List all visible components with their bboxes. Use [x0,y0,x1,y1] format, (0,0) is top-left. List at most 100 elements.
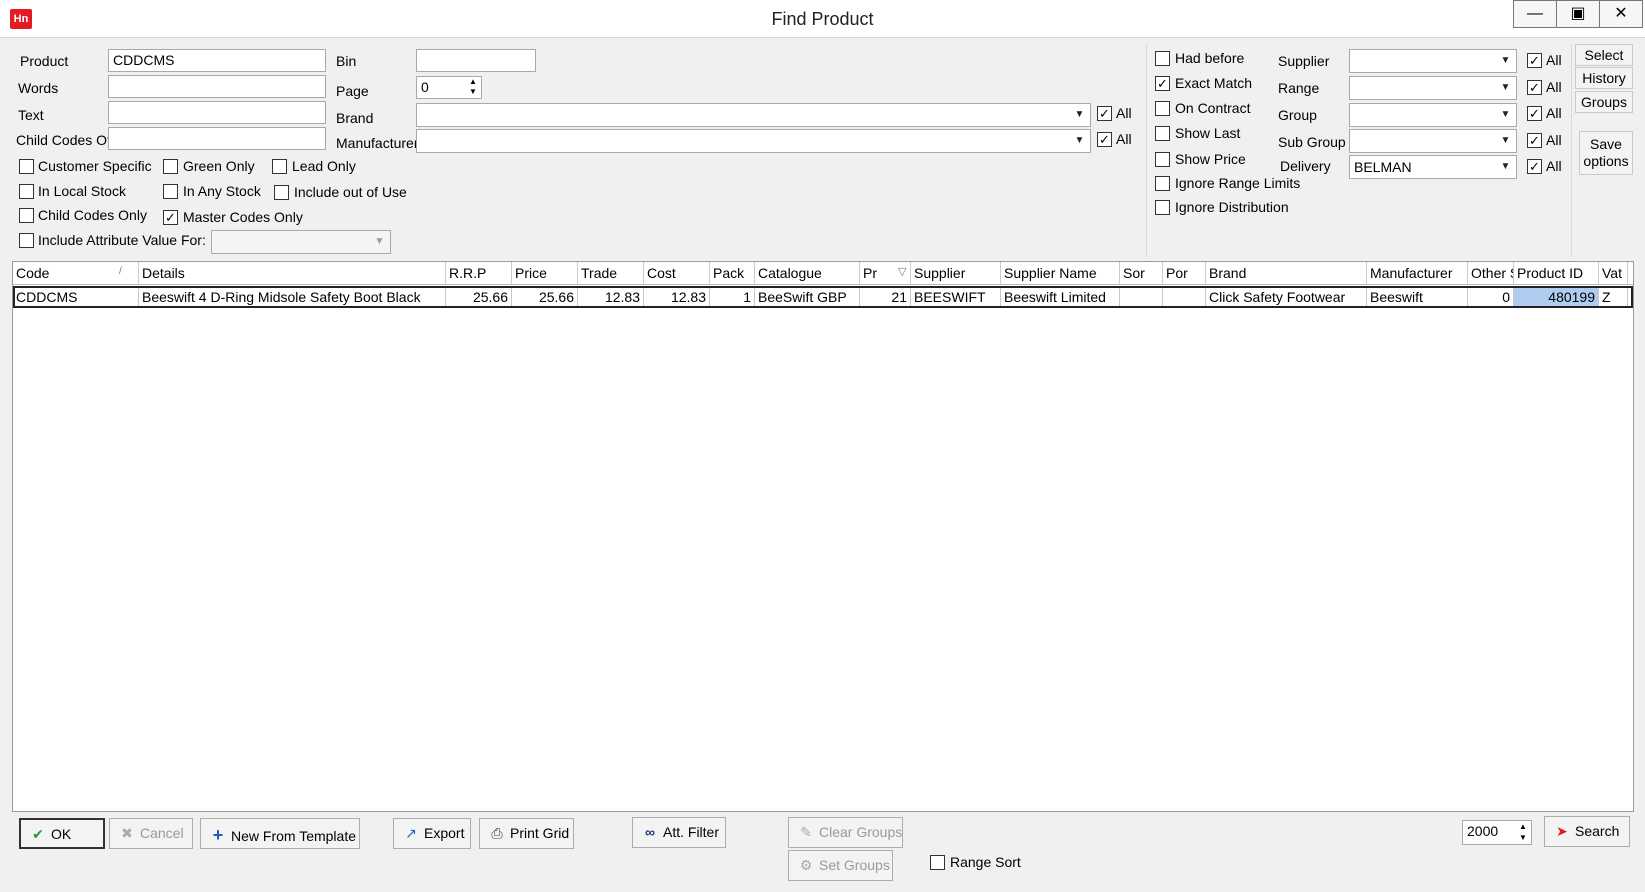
in-local-stock-checkbox[interactable] [19,184,34,199]
table-cell[interactable]: Click Safety Footwear [1206,288,1367,306]
export-button[interactable]: ↗ Export [393,818,471,849]
manufacturer-all-checkbox[interactable]: ✓ [1097,132,1112,147]
table-cell[interactable]: 25.66 [446,288,512,306]
minimize-button[interactable]: — [1513,0,1557,28]
filter-icon[interactable]: ▽ [898,265,906,278]
delivery-all-checkbox[interactable]: ✓ [1527,159,1542,174]
customer-specific-checkbox[interactable] [19,159,34,174]
green-only-checkbox[interactable] [163,159,178,174]
in-any-stock-checkbox[interactable] [163,184,178,199]
table-cell[interactable]: BEESWIFT [911,288,1001,306]
column-header[interactable]: Supplier [911,262,1001,284]
history-button[interactable]: History [1575,67,1633,89]
bin-input[interactable] [416,49,536,72]
column-header[interactable]: Pack [710,262,755,284]
sub-group-select[interactable]: ▼ [1349,129,1517,153]
print-grid-label: Print Grid [510,825,570,841]
table-cell[interactable]: 12.83 [578,288,644,306]
group-select[interactable]: ▼ [1349,103,1517,127]
save-options-button[interactable]: Save options [1579,131,1633,175]
limit-spin-icon[interactable]: ▲ ▼ [1515,821,1531,844]
column-header[interactable]: Catalogue [755,262,860,284]
range-select[interactable]: ▼ [1349,76,1517,100]
close-button[interactable]: ✕ [1599,0,1643,28]
groups-button[interactable]: Groups [1575,91,1633,113]
ok-button[interactable]: ✔ OK [19,818,105,849]
column-header[interactable]: Por [1163,262,1206,284]
column-header[interactable]: Other S [1468,262,1514,284]
table-cell[interactable]: Beeswift [1367,288,1468,306]
product-input[interactable]: CDDCMS [108,49,326,72]
results-grid[interactable]: Code Details R.R.P Price Trade Cost Pack Catalo… [12,261,1634,812]
had-before-checkbox[interactable] [1155,51,1170,66]
table-cell[interactable]: 25.66 [512,288,578,306]
column-header[interactable]: Trade [578,262,644,284]
table-cell[interactable]: CDDCMS [13,288,139,306]
chevron-down-icon: ▼ [1500,135,1511,146]
on-contract-checkbox[interactable] [1155,101,1170,116]
table-cell[interactable]: 0 [1468,288,1514,306]
table-cell[interactable]: BeeSwift GBP [755,288,860,306]
column-header[interactable]: Product ID [1514,262,1599,284]
manufacturer-select[interactable]: ▼ [416,129,1091,153]
attribute-select[interactable]: ▼ [211,230,391,254]
set-groups-button[interactable]: ⚙ Set Groups [788,850,893,881]
group-all-checkbox[interactable]: ✓ [1527,106,1542,121]
lead-only-checkbox[interactable] [272,159,287,174]
master-codes-only-checkbox[interactable]: ✓ [163,210,178,225]
select-button[interactable]: Select [1575,44,1633,66]
ignore-distribution-checkbox[interactable] [1155,200,1170,215]
supplier-select[interactable]: ▼ [1349,49,1517,73]
table-cell[interactable] [1163,288,1206,306]
include-out-of-use-checkbox[interactable] [274,185,289,200]
table-cell[interactable]: 480199 [1514,288,1599,306]
column-header[interactable]: R.R.P [446,262,512,284]
table-cell[interactable] [1120,288,1163,306]
show-last-checkbox[interactable] [1155,126,1170,141]
delivery-select[interactable]: BELMAN ▼ [1349,155,1517,179]
child-codes-of-input[interactable] [108,127,326,150]
words-input[interactable] [108,75,326,98]
search-button[interactable]: ➤ Search [1544,816,1630,847]
print-grid-button[interactable]: ⎙ Print Grid [479,818,574,849]
table-cell[interactable]: Z [1599,288,1628,306]
delivery-all-label: All [1546,158,1562,174]
show-price-checkbox[interactable] [1155,152,1170,167]
table-cell[interactable]: 1 [710,288,755,306]
search-arrow-icon: ➤ [1556,823,1568,839]
supplier-all-checkbox[interactable]: ✓ [1527,53,1542,68]
include-attribute-checkbox[interactable] [19,233,34,248]
exact-match-checkbox[interactable]: ✓ [1155,76,1170,91]
range-sort-checkbox[interactable] [930,855,945,870]
brand-all-checkbox[interactable]: ✓ [1097,106,1112,121]
column-header[interactable]: Details [139,262,446,284]
column-header[interactable]: Brand [1206,262,1367,284]
page-spin-icon[interactable]: ▲ ▼ [465,77,481,98]
table-cell[interactable]: Beeswift 4 D-Ring Midsole Safety Boot Bl… [139,288,446,306]
table-cell[interactable]: Beeswift Limited [1001,288,1120,306]
range-all-checkbox[interactable]: ✓ [1527,80,1542,95]
clear-groups-button[interactable]: ✎ Clear Groups [788,817,903,848]
text-input[interactable] [108,101,326,124]
table-cell[interactable]: 21 [860,288,911,306]
maximize-button[interactable]: ▣ [1556,0,1600,28]
maximize-icon: ▣ [1570,5,1586,22]
table-cell[interactable]: 12.83 [644,288,710,306]
column-header[interactable]: Supplier Name [1001,262,1120,284]
sub-group-all-checkbox[interactable]: ✓ [1527,133,1542,148]
new-from-template-button[interactable]: + New From Template [200,818,360,849]
column-header[interactable]: Manufacturer [1367,262,1468,284]
child-codes-only-checkbox[interactable] [19,208,34,223]
column-header[interactable]: Sor [1120,262,1163,284]
text-label: Text [18,107,44,123]
column-header[interactable]: Price [512,262,578,284]
manufacturer-label: Manufacturer [336,135,419,151]
window-title: Find Product [771,9,874,29]
cancel-button[interactable]: ✖ Cancel [109,818,193,849]
column-header[interactable]: Vat [1599,262,1628,284]
table-row[interactable]: CDDCMS Beeswift 4 D-Ring Midsole Safety B… [13,286,1633,308]
column-header[interactable]: Cost [644,262,710,284]
brand-select[interactable]: ▼ [416,103,1091,127]
ignore-range-limits-checkbox[interactable] [1155,176,1170,191]
att-filter-button[interactable]: ∞ Att. Filter [632,817,726,848]
